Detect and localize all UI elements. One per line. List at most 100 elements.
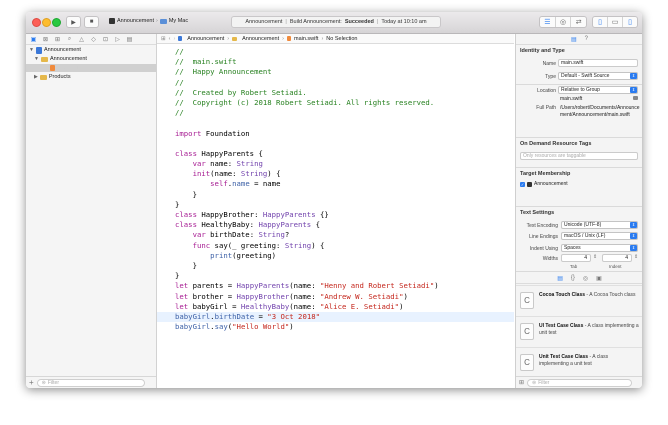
code-line[interactable]: } [175, 190, 439, 200]
assistant-editor-icon[interactable]: ◎ [556, 17, 572, 27]
report-icon[interactable]: ▤ [125, 36, 134, 43]
navigator-filter-input[interactable]: ⊜ Filter [36, 378, 145, 387]
code-line[interactable]: let brother = HappyBrother(name: "Andrew… [175, 292, 439, 302]
editor-mode-control[interactable]: ☰ ◎ ⇄ [539, 16, 587, 28]
code-line[interactable]: let parents = HappyParents(name: "Henny … [175, 281, 439, 291]
code-line[interactable]: self.name = name [175, 179, 439, 189]
forward-icon[interactable]: › [173, 36, 175, 42]
code-line[interactable]: class HappyParents { [175, 149, 439, 159]
stepper-icon[interactable]: ⇕ [593, 254, 597, 260]
library-item[interactable]: C Cocoa Touch Class - A Cocoa Touch clas… [516, 285, 642, 316]
divider [516, 84, 642, 85]
folder-icon [40, 56, 48, 62]
quick-help-icon[interactable]: ? [585, 36, 588, 42]
source-editor[interactable]: //// main.swift// Happy Announcement////… [175, 47, 439, 332]
stop-button[interactable]: ■ [84, 16, 99, 28]
odr-tags-field[interactable]: Only resources are taggable [520, 152, 638, 160]
code-line[interactable]: class HappyBrother: HappyParents {} [175, 210, 439, 220]
find-icon[interactable]: ⌕ [65, 36, 74, 43]
symbol-icon[interactable]: ⊞ [53, 36, 62, 43]
debug-area-toggle-icon[interactable]: ▭ [608, 17, 623, 27]
library-filter-input[interactable]: ⊜ Filter [527, 378, 633, 387]
code-line[interactable]: // [175, 78, 439, 88]
debug-icon[interactable]: ⊡ [101, 36, 110, 43]
code-line[interactable]: print(greeting) [175, 251, 439, 261]
encoding-value: Unicode (UTF-8) [564, 222, 602, 228]
code-line[interactable]: babyGirl.birthDate = "3 Oct 2018" [175, 312, 439, 322]
grid-view-icon[interactable]: ⊞ [519, 379, 524, 386]
scheme-selector[interactable]: Announcement › My Mac [109, 18, 188, 24]
minimize-window-button[interactable] [42, 18, 51, 27]
back-icon[interactable]: ‹ [169, 36, 171, 42]
code-token: import [175, 128, 202, 138]
jump-bar-item[interactable]: main.swift [294, 36, 318, 42]
code-line[interactable]: var name: String [175, 159, 439, 169]
file-template-icon[interactable]: ▤ [557, 275, 563, 282]
checkbox-checked-icon[interactable]: ✓ [520, 181, 525, 187]
version-editor-icon[interactable]: ⇄ [571, 17, 586, 27]
code-line[interactable]: var birthDate: String? [175, 230, 439, 240]
divider [516, 167, 642, 168]
standard-editor-icon[interactable]: ☰ [540, 17, 556, 27]
media-library-icon[interactable]: ▣ [596, 275, 602, 282]
target-membership-row[interactable]: ✓ Announcement [520, 181, 568, 187]
code-line[interactable]: // Created by Robert Setiadi. [175, 88, 439, 98]
tree-item-file-selected[interactable]: main.swift [26, 64, 156, 72]
jump-bar-item[interactable]: Announcement [242, 36, 279, 42]
code-line[interactable]: // [175, 47, 439, 57]
tree-item-group[interactable]: ▼ Announcement [34, 55, 87, 63]
tab-width-field[interactable]: 4 [561, 254, 591, 262]
indent-using-popup[interactable]: Spaces ⇕ [561, 244, 638, 252]
breakpoint-icon[interactable]: ▷ [113, 36, 122, 43]
code-line[interactable]: init(name: String) { [175, 169, 439, 179]
encoding-popup[interactable]: Unicode (UTF-8) ⇕ [561, 221, 638, 229]
jump-bar-item[interactable]: Announcement [187, 36, 224, 42]
folder-icon[interactable] [633, 96, 638, 100]
navigator-toggle-icon[interactable]: ▯ [593, 17, 608, 27]
code-line[interactable]: // [175, 108, 439, 118]
type-popup[interactable]: Default - Swift Source ⇕ [558, 72, 638, 80]
code-line[interactable]: func say(_ greeting: String) { [175, 241, 439, 251]
code-line[interactable] [175, 118, 439, 128]
code-snippet-icon[interactable]: {} [571, 275, 575, 281]
code-line[interactable]: babyGirl.say("Hello World") [175, 322, 439, 332]
inspector-toggle-icon[interactable]: ▯ [623, 17, 637, 27]
code-line[interactable]: } [175, 261, 439, 271]
related-items-icon[interactable]: ⊞ [161, 36, 166, 42]
code-line[interactable]: let babyGirl = HealthyBaby(name: "Alice … [175, 302, 439, 312]
name-field[interactable]: main.swift [558, 59, 638, 67]
line-endings-popup[interactable]: macOS / Unix (LF) ⇕ [561, 232, 638, 240]
code-line[interactable]: } [175, 200, 439, 210]
zoom-window-button[interactable] [52, 18, 61, 27]
jump-bar-item[interactable]: No Selection [326, 36, 357, 42]
swift-file-icon [286, 36, 291, 41]
close-window-button[interactable] [32, 18, 41, 27]
code-line[interactable]: // Copyright (c) 2018 Robert Setiadi. Al… [175, 98, 439, 108]
indent-width-field[interactable]: 4 [602, 254, 632, 262]
test-icon[interactable]: ◇ [89, 36, 98, 43]
location-popup[interactable]: Relative to Group ⇕ [558, 86, 638, 94]
code-line[interactable]: // Happy Announcement [175, 67, 439, 77]
view-toggle-control[interactable]: ▯ ▭ ▯ [592, 16, 638, 28]
object-library-icon[interactable]: ◎ [583, 275, 588, 282]
library-item[interactable]: C Unit Test Case Class - A class impleme… [516, 347, 642, 378]
code-line[interactable]: import Foundation [175, 129, 439, 139]
library-item[interactable]: C UI Test Case Class - A class implement… [516, 316, 642, 347]
source-control-icon[interactable]: ⊠ [41, 36, 50, 43]
code-line[interactable]: class HealthyBaby: HappyParents { [175, 220, 439, 230]
code-line[interactable]: } [175, 271, 439, 281]
code-line[interactable] [175, 139, 439, 149]
file-inspector-icon[interactable]: ▤ [571, 36, 577, 43]
tree-item-project[interactable]: ▼ Announcement [29, 46, 81, 54]
code-line[interactable]: // main.swift [175, 57, 439, 67]
code-token: func [192, 240, 211, 250]
run-button[interactable]: ▶ [66, 16, 81, 28]
indent-using-value: Spaces [564, 245, 581, 251]
add-icon[interactable]: + [29, 378, 34, 387]
issue-icon[interactable]: △ [77, 36, 86, 43]
stepper-icon[interactable]: ⇕ [634, 254, 638, 260]
folder-icon[interactable]: ▣ [29, 36, 38, 43]
tree-item-products[interactable]: ▶ Products [34, 73, 71, 81]
code-token: // Happy Announcement [175, 67, 272, 77]
